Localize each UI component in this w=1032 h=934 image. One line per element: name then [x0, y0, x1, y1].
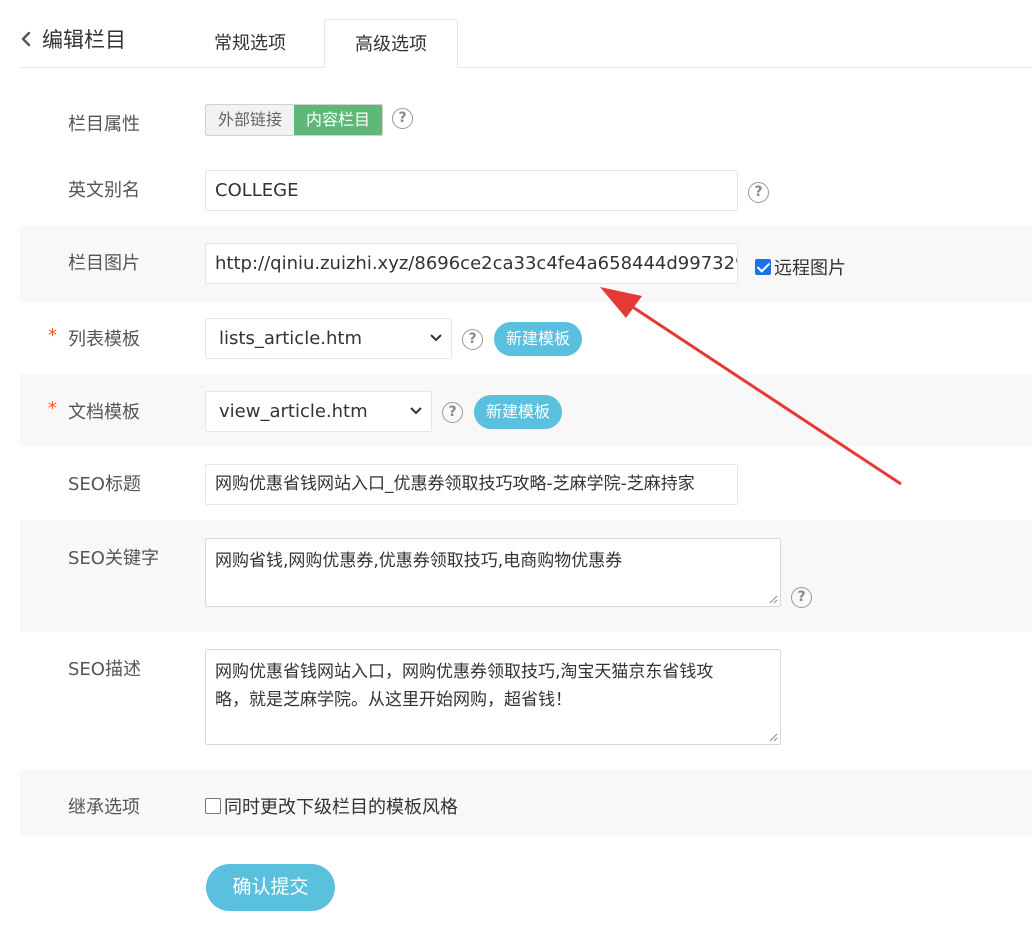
inherit-checkbox[interactable]: 同时更改下级栏目的模板风格 [205, 793, 458, 819]
help-icon[interactable]: ? [791, 587, 812, 608]
seo-title-label: SEO标题 [68, 474, 141, 495]
image-url-input[interactable]: http://qiniu.zuizhi.xyz/8696ce2ca33c4fe4… [205, 243, 738, 284]
tab-divider [20, 67, 1032, 68]
image-label: 栏目图片 [68, 253, 140, 274]
required-mark: * [48, 398, 57, 419]
new-template-button[interactable]: 新建模板 [494, 322, 583, 356]
help-icon[interactable]: ? [462, 329, 483, 350]
remote-image-label: 远程图片 [774, 258, 846, 279]
row-seo-title: SEO标题 网购优惠省钱网站入口_优惠券领取技巧攻略-芝麻学院-芝麻持家 [20, 446, 1032, 520]
page-title: 编辑栏目 [42, 28, 126, 52]
doc-template-value: view_article.htm [219, 401, 368, 422]
row-seo-description: SEO描述 网购优惠省钱网站入口，网购优惠券领取技巧,淘宝天猫京东省钱攻 略，就… [20, 632, 1032, 770]
seo-keywords-textarea[interactable]: 网购省钱,网购优惠券,优惠券领取技巧,电商购物优惠券 [205, 538, 781, 607]
option-external-link[interactable]: 外部链接 [206, 105, 295, 135]
chevron-left-icon [21, 31, 31, 47]
new-template-button[interactable]: 新建模板 [474, 395, 563, 429]
seo-description-line-1: 网购优惠省钱网站入口，网购优惠券领取技巧,淘宝天猫京东省钱攻 [215, 662, 714, 682]
tab-general[interactable]: 常规选项 [183, 19, 317, 68]
help-icon[interactable]: ? [442, 402, 463, 423]
doc-template-select[interactable]: view_article.htm [205, 391, 432, 432]
row-image: 栏目图片 http://qiniu.zuizhi.xyz/8696ce2ca33… [20, 226, 1032, 302]
header: 编辑栏目 常规选项 高级选项 [0, 0, 1032, 68]
row-attribute: 栏目属性 外部链接 内容栏目 ? [20, 84, 1032, 154]
help-icon[interactable]: ? [748, 182, 769, 203]
row-seo-keywords: SEO关键字 网购省钱,网购优惠券,优惠券领取技巧,电商购物优惠券 ? [20, 520, 1032, 632]
checkbox-unchecked-icon[interactable] [205, 798, 221, 814]
list-template-label: 列表模板 [68, 329, 140, 350]
alias-input[interactable]: COLLEGE [205, 170, 738, 211]
chevron-down-icon [410, 407, 422, 415]
seo-keywords-label: SEO关键字 [68, 548, 159, 569]
remote-image-checkbox[interactable]: 远程图片 [755, 254, 846, 280]
inherit-checkbox-label: 同时更改下级栏目的模板风格 [224, 797, 458, 818]
inherit-label: 继承选项 [68, 797, 140, 818]
tab-advanced[interactable]: 高级选项 [324, 19, 458, 68]
seo-description-label: SEO描述 [68, 659, 141, 680]
seo-description-textarea[interactable]: 网购优惠省钱网站入口，网购优惠券领取技巧,淘宝天猫京东省钱攻 略，就是芝麻学院。… [205, 649, 781, 745]
attribute-label: 栏目属性 [68, 114, 140, 135]
back-button[interactable]: 编辑栏目 [20, 24, 126, 54]
doc-template-label: 文档模板 [68, 402, 140, 423]
row-doc-template: * 文档模板 view_article.htm ? 新建模板 [20, 374, 1032, 446]
row-alias: 英文别名 COLLEGE ? [20, 154, 1032, 226]
list-template-value: lists_article.htm [219, 328, 362, 349]
seo-title-input[interactable]: 网购优惠省钱网站入口_优惠券领取技巧攻略-芝麻学院-芝麻持家 [205, 464, 738, 505]
seo-description-line-2: 略，就是芝麻学院。从这里开始网购，超省钱！ [215, 690, 572, 710]
resize-grip-icon[interactable] [768, 594, 778, 604]
required-mark: * [48, 325, 57, 346]
help-icon[interactable]: ? [392, 108, 413, 129]
checkbox-checked-icon[interactable] [755, 259, 771, 275]
seo-keywords-text: 网购省钱,网购优惠券,优惠券领取技巧,电商购物优惠券 [215, 551, 623, 571]
attribute-switch[interactable]: 外部链接 内容栏目 [205, 104, 384, 136]
resize-grip-icon[interactable] [768, 732, 778, 742]
alias-label: 英文别名 [68, 180, 140, 201]
submit-button[interactable]: 确认提交 [206, 864, 335, 911]
list-template-select[interactable]: lists_article.htm [205, 318, 452, 359]
row-inherit: 继承选项 同时更改下级栏目的模板风格 [20, 770, 1032, 836]
row-list-template: * 列表模板 lists_article.htm ? 新建模板 [20, 302, 1032, 374]
chevron-down-icon [430, 334, 442, 342]
option-content-column[interactable]: 内容栏目 [294, 105, 383, 135]
